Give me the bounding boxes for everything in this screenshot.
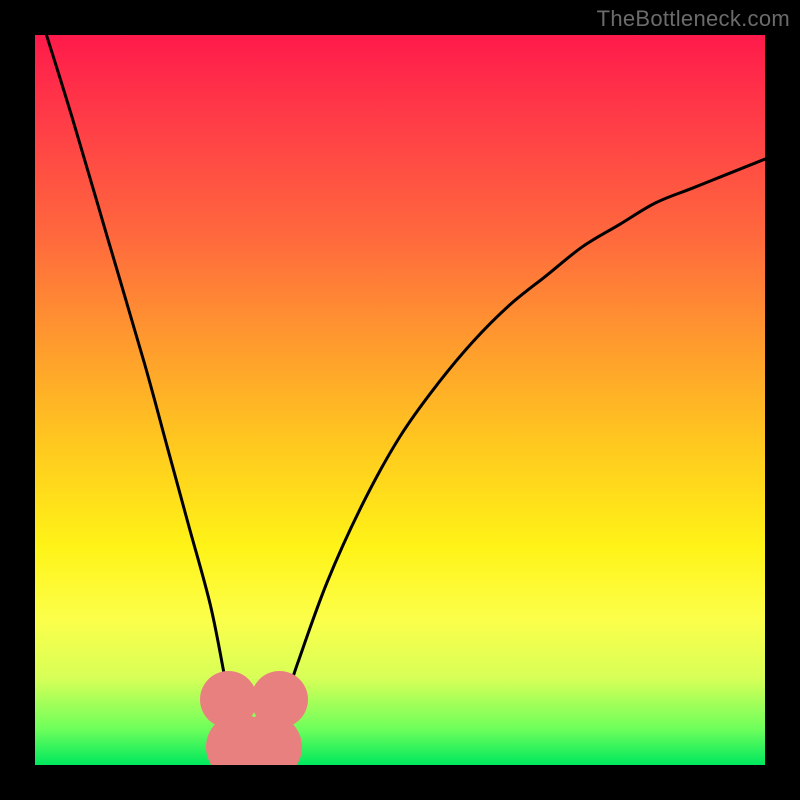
chart-frame: TheBottleneck.com <box>0 0 800 800</box>
plot-area <box>35 35 765 765</box>
optimal-marker <box>251 671 308 728</box>
watermark-text: TheBottleneck.com <box>597 6 790 32</box>
bottleneck-curve <box>35 35 765 765</box>
